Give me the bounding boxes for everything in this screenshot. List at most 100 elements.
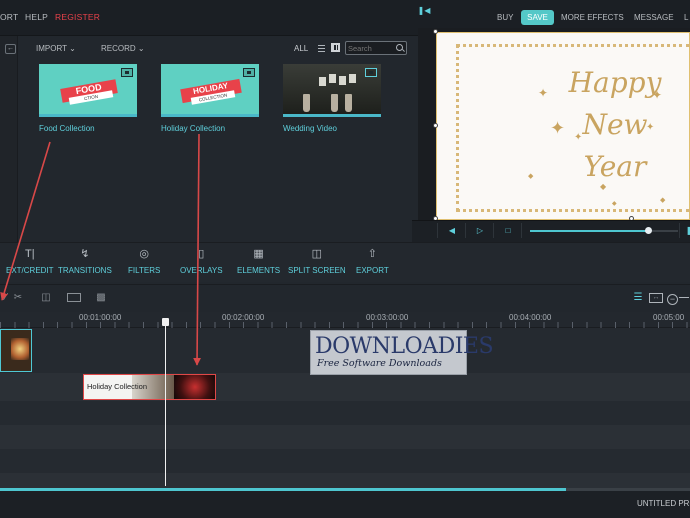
menu-more-effects[interactable]: MORE EFFECTS [561, 13, 624, 22]
confetti-icon: ◆ [528, 173, 534, 180]
elements-icon: ▦ [253, 248, 264, 260]
confetti-icon: ◆ [612, 201, 617, 207]
fit-timeline-icon[interactable]: ↔ [649, 293, 663, 303]
play-icon[interactable]: ▷ [473, 224, 487, 237]
timeline-clip-video[interactable] [0, 329, 32, 372]
divider [521, 223, 522, 238]
resize-handle[interactable] [433, 123, 438, 128]
grid-view-icon[interactable] [331, 43, 340, 52]
undo-icon[interactable]: ⁄ [0, 292, 12, 304]
snapshot-icon[interactable]: ▩ [95, 292, 107, 304]
bunting-flag [339, 76, 346, 85]
menu-message[interactable]: MESSAGE [634, 13, 674, 22]
sparkle-icon: ✦ [646, 122, 655, 133]
menu-register[interactable]: REGISTER [55, 12, 100, 22]
text-icon: T| [24, 248, 35, 260]
tool-overlays[interactable]: ▯ OVERLAYS [180, 248, 223, 275]
ruler-label: 00:03:00:00 [366, 313, 409, 322]
overlays-icon: ▯ [198, 248, 205, 260]
ruler-label: 00:05:00 [653, 313, 685, 322]
import-dropdown[interactable]: IMPORT ⌄ [36, 44, 76, 53]
save-button[interactable]: SAVE [521, 10, 554, 25]
glass-shape [303, 94, 310, 112]
video-camera-icon [121, 68, 133, 77]
watermark-logo: DOWNLOADIES Free Software Downloads [310, 330, 494, 375]
video-camera-icon [365, 68, 377, 77]
transitions-icon: ↯ [80, 248, 90, 260]
tool-split-screen[interactable]: ◫ SPLIT SCREEN [288, 248, 346, 275]
tool-transitions[interactable]: ↯ TRANSITIONS [58, 248, 112, 275]
status-bar [0, 490, 690, 518]
media-thumbnail[interactable] [283, 64, 381, 117]
crop-icon[interactable] [67, 293, 81, 302]
timeline-track[interactable] [0, 401, 690, 425]
search-icon[interactable] [396, 44, 403, 51]
thumb-strip [161, 114, 259, 117]
confetti-icon: ◆ [600, 182, 607, 191]
scissors-icon[interactable]: ✂ [12, 292, 24, 304]
media-item-wedding-video[interactable] [283, 64, 381, 120]
bunting-flag [329, 74, 336, 83]
menu-import-export[interactable]: ORT [0, 12, 18, 22]
bunting-flag [349, 74, 356, 83]
project-name: UNTITLED PRO [637, 499, 690, 508]
media-thumbnail[interactable]: HOLIDAY COLLECTION [161, 64, 259, 117]
record-dropdown[interactable]: RECORD ⌄ [101, 44, 145, 53]
back-arrow-icon[interactable]: ← [5, 44, 16, 54]
divider [679, 223, 680, 238]
list-view-icon[interactable] [315, 43, 325, 52]
tool-text-credit[interactable]: T| EXT/CREDIT [6, 248, 54, 275]
divider [493, 223, 494, 238]
sparkle-icon: ✦ [574, 132, 583, 143]
zoom-slider[interactable] [679, 297, 689, 298]
clip-label: Holiday Collection [87, 382, 148, 391]
glass-shape [331, 94, 338, 112]
step-back-icon[interactable]: ◀ [445, 224, 459, 237]
library-side-strip [0, 36, 18, 242]
skip-back-icon[interactable]: ❚◀ [417, 4, 431, 17]
media-label-wedding: Wedding Video [283, 124, 337, 133]
filters-icon: ◎ [139, 248, 149, 260]
playback-remaining [652, 230, 678, 232]
timeline-scrollbar[interactable] [0, 488, 566, 491]
thumb-strip [283, 114, 381, 117]
chevron-down-icon: ⌄ [137, 44, 145, 53]
media-label-holiday: Holiday Collection [161, 124, 226, 133]
timeline-track[interactable] [0, 425, 690, 449]
tool-filters[interactable]: ◎ FILTERS [128, 248, 160, 275]
menu-help[interactable]: HELP [25, 12, 48, 22]
fullscreen-icon[interactable]: ❚ [682, 224, 690, 237]
playhead-line[interactable] [165, 318, 166, 486]
export-icon: ⇧ [367, 248, 377, 260]
filter-all-dropdown[interactable]: ALL [294, 44, 308, 53]
stop-icon[interactable]: □ [501, 224, 515, 237]
clip-frame [174, 375, 215, 399]
confetti-icon: ◆ [660, 197, 666, 204]
media-item-holiday-collection[interactable]: HOLIDAY COLLECTION [161, 64, 259, 120]
playback-scrubber[interactable] [645, 227, 652, 234]
menu-login[interactable]: L [684, 13, 688, 22]
timeline-clip-holiday[interactable]: Holiday Collection [83, 374, 216, 400]
resize-handle[interactable] [433, 29, 438, 34]
zoom-out-icon[interactable]: − [667, 294, 678, 305]
audio-mixer-icon[interactable]: ☰ [632, 292, 644, 304]
tool-export[interactable]: ⇧ EXPORT [356, 248, 389, 275]
sparkle-icon: ✦ [550, 118, 566, 138]
playhead-handle[interactable] [162, 318, 169, 326]
chevron-down-icon: ⌄ [69, 44, 76, 53]
playback-progress-bar[interactable] [530, 230, 650, 232]
clip-frame [11, 338, 29, 360]
thumb-strip [39, 114, 137, 117]
menu-buy[interactable]: BUY [497, 13, 513, 22]
timeline-track[interactable] [0, 449, 690, 473]
trash-icon[interactable]: ◫ [40, 292, 52, 304]
media-item-food-collection[interactable]: FOOD CTION [39, 64, 137, 120]
media-label-food: Food Collection [39, 124, 95, 133]
search-field[interactable] [345, 41, 407, 55]
video-camera-icon [243, 68, 255, 77]
tool-elements[interactable]: ▦ ELEMENTS [237, 248, 280, 275]
timeline-track[interactable] [0, 473, 690, 488]
media-thumbnail[interactable]: FOOD CTION [39, 64, 137, 117]
sparkle-icon: ✦ [652, 88, 663, 102]
search-input[interactable] [348, 43, 394, 53]
